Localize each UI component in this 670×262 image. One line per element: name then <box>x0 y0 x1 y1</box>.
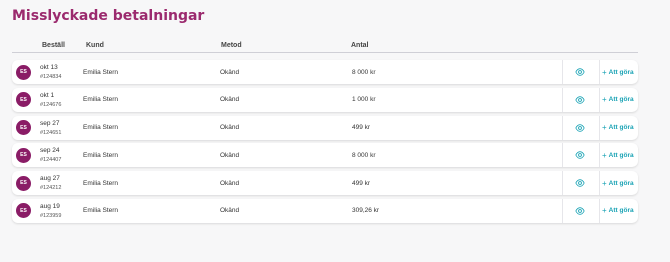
avatar: ES <box>16 175 31 191</box>
add-todo-label: Att göra <box>608 68 634 76</box>
column-header-customer[interactable]: Kund <box>86 42 104 49</box>
order-date: okt 13 <box>40 64 58 71</box>
plus-icon: + <box>602 67 607 77</box>
add-todo-button[interactable]: + Att göra <box>602 206 634 215</box>
table-row[interactable]: ES aug 27 #124212 Emilia Stern Okänd 499… <box>12 171 638 196</box>
order-date: aug 19 <box>40 202 60 210</box>
customer-name[interactable]: Emilia Stern <box>83 96 118 103</box>
order-number[interactable]: #124676 <box>40 102 61 108</box>
order-number[interactable]: #124834 <box>40 74 61 80</box>
table-row[interactable]: ES aug 19 #123959 Emilia Stern Okänd 309… <box>12 198 638 223</box>
order-number[interactable]: #123959 <box>40 213 61 219</box>
table-row[interactable]: ES sep 24 #124407 Emilia Stern Okänd 8 0… <box>12 143 638 168</box>
payment-method: Okänd <box>220 124 240 132</box>
eye-icon[interactable] <box>575 178 585 188</box>
amount: 8 000 kr <box>352 68 376 76</box>
payments-table-body: ES okt 13 #124834 Emilia Stern Okänd 8 0… <box>12 60 638 227</box>
plus-icon: + <box>602 150 607 160</box>
add-todo-label: Att göra <box>608 179 634 187</box>
amount: 8 000 kr <box>352 151 376 159</box>
eye-icon[interactable] <box>575 123 585 133</box>
avatar: ES <box>16 120 31 136</box>
order-date: sep 24 <box>40 147 60 155</box>
table-row[interactable]: ES sep 27 #124651 Emilia Stern Okänd 499… <box>12 115 638 140</box>
divider <box>562 143 563 168</box>
amount: 309,26 kr <box>352 207 380 215</box>
add-todo-button[interactable]: + Att göra <box>602 68 634 77</box>
table-row[interactable]: ES okt 13 #124834 Emilia Stern Okänd 8 0… <box>12 60 638 84</box>
customer-name[interactable]: Emilia Stern <box>83 152 118 159</box>
avatar: ES <box>16 203 31 219</box>
order-number[interactable]: #124212 <box>40 185 61 191</box>
divider <box>562 87 563 112</box>
plus-icon: + <box>602 206 607 216</box>
add-todo-button[interactable]: + Att göra <box>602 179 634 188</box>
divider <box>599 198 600 223</box>
plus-icon: + <box>602 178 607 188</box>
add-todo-button[interactable]: + Att göra <box>602 95 634 104</box>
customer-name[interactable]: Emilia Stern <box>83 69 118 76</box>
payment-method: Okänd <box>220 207 240 215</box>
table-row[interactable]: ES okt 1 #124676 Emilia Stern Okänd 1 00… <box>12 87 638 112</box>
divider <box>599 143 600 168</box>
add-todo-label: Att göra <box>608 124 634 132</box>
divider <box>562 115 563 140</box>
order-date: okt 1 <box>40 91 55 99</box>
column-header-order[interactable]: Beställ <box>42 42 65 49</box>
eye-icon[interactable] <box>575 67 585 77</box>
eye-icon[interactable] <box>575 150 585 160</box>
page-title: Misslyckade betalningar <box>12 8 205 24</box>
customer-name[interactable]: Emilia Stern <box>83 180 118 187</box>
plus-icon: + <box>602 95 607 105</box>
divider <box>599 87 600 112</box>
amount: 499 kr <box>352 124 371 132</box>
order-date: sep 27 <box>40 119 60 127</box>
payment-method: Okänd <box>220 96 240 104</box>
order-number[interactable]: #124651 <box>40 130 61 136</box>
payment-method: Okänd <box>220 68 240 76</box>
plus-icon: + <box>602 123 607 133</box>
eye-icon[interactable] <box>575 95 585 105</box>
column-header-amount[interactable]: Antal <box>351 42 369 49</box>
avatar: ES <box>16 64 31 80</box>
table-header: Beställ Kund Metod Antal <box>12 40 638 53</box>
amount: 499 kr <box>352 179 371 187</box>
avatar: ES <box>16 92 31 108</box>
divider <box>562 198 563 223</box>
divider <box>599 171 600 196</box>
divider <box>599 115 600 140</box>
divider <box>599 60 600 84</box>
add-todo-label: Att göra <box>608 151 634 159</box>
customer-name[interactable]: Emilia Stern <box>83 207 118 214</box>
divider <box>562 171 563 196</box>
divider <box>562 60 563 84</box>
add-todo-label: Att göra <box>608 96 634 104</box>
add-todo-label: Att göra <box>608 207 634 215</box>
avatar: ES <box>16 147 31 163</box>
order-date: aug 27 <box>40 175 60 183</box>
order-number[interactable]: #124407 <box>40 157 61 163</box>
amount: 1 000 kr <box>352 96 376 104</box>
eye-icon[interactable] <box>575 206 585 216</box>
customer-name[interactable]: Emilia Stern <box>83 124 118 131</box>
payment-method: Okänd <box>220 151 240 159</box>
payment-method: Okänd <box>220 179 240 187</box>
add-todo-button[interactable]: + Att göra <box>602 123 634 132</box>
column-header-method[interactable]: Metod <box>221 42 242 49</box>
add-todo-button[interactable]: + Att göra <box>602 151 634 160</box>
